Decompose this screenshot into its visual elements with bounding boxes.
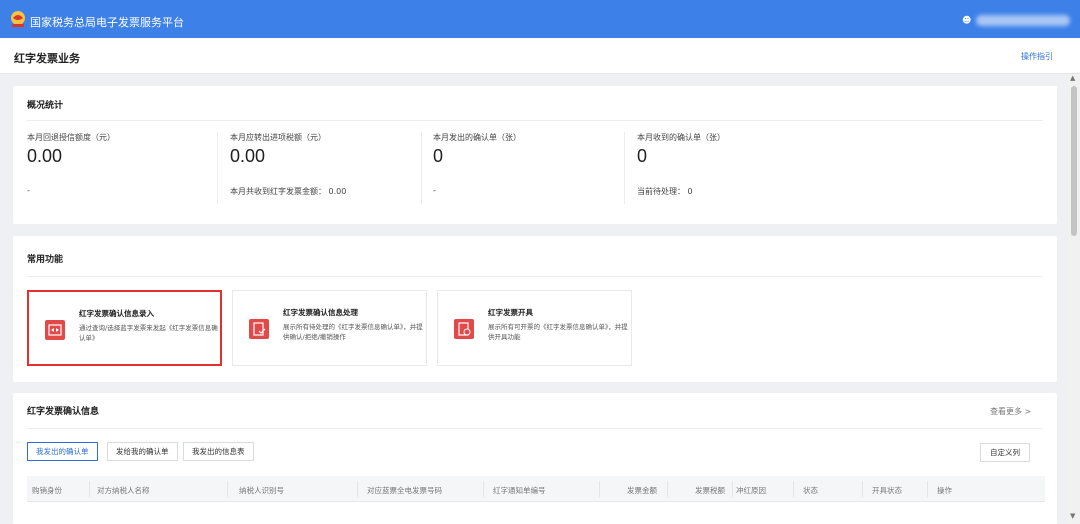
stat-separator (624, 132, 625, 204)
stat-sent-confirmations: 本月发出的确认单（张） 0 - (433, 132, 623, 212)
overview-title: 概况统计 (27, 101, 64, 111)
func-red-invoice-issue[interactable]: 红字发票开具 展示所有可开票的《红字发票信息确认单》，并提供开具功能 (437, 290, 632, 366)
username-redacted[interactable] (976, 15, 1070, 26)
stat-label: 本月应转出进项税额（元） (230, 133, 326, 142)
tab-sent-confirmations[interactable]: 我发出的确认单 (27, 442, 98, 461)
stat-separator (421, 132, 422, 204)
page-scrollbar[interactable]: ▲ ▼ (1068, 74, 1080, 524)
scroll-down-icon[interactable]: ▼ (1070, 512, 1075, 520)
col-separator (483, 481, 484, 497)
col-header[interactable]: 发票金额 (627, 485, 657, 496)
col-header[interactable]: 对方纳税人名称 (97, 485, 150, 496)
stat-value: 0.00 (27, 146, 63, 166)
stat-sub: - (433, 186, 436, 195)
col-separator (862, 481, 863, 497)
custom-columns-button[interactable]: 自定义列 (980, 443, 1030, 462)
func-title: 红字发票确认信息处理 (283, 308, 358, 317)
col-header[interactable]: 纳税人识别号 (239, 485, 284, 496)
func-desc: 展示所有待处理的《红字发票信息确认单》，并提供确认/拒绝/撤销操作 (283, 323, 423, 341)
col-separator (793, 481, 794, 497)
view-more-link[interactable]: 查看更多 > (990, 406, 1031, 417)
document-clock-icon (454, 319, 474, 339)
col-header[interactable]: 对应蓝票全电发票号码 (367, 485, 442, 496)
top-header: 国家税务总局电子发票服务平台 ☻ (0, 0, 1080, 38)
col-separator (732, 481, 733, 497)
site-title: 国家税务总局电子发票服务平台 (30, 16, 184, 29)
stat-sub: 当前待处理： 0 (637, 187, 693, 196)
col-separator (927, 481, 928, 497)
stat-label: 本月收到的确认单（张） (637, 133, 725, 142)
stat-label: 本月发出的确认单（张） (433, 133, 521, 142)
overview-card: 概况统计 本月回退授信额度（元） 0.00 - 本月应转出进项税额（元） 0.0… (13, 86, 1057, 224)
col-header[interactable]: 操作 (937, 485, 952, 496)
swap-icon (45, 320, 65, 340)
col-separator (599, 481, 600, 497)
functions-divider (27, 276, 1043, 277)
stat-value: 0.00 (230, 146, 266, 166)
page-title-bar: 红字发票业务 操作指引 (0, 38, 1080, 74)
func-desc: 通过查询/选择蓝字发票来发起《红字发票信息确认单》 (79, 324, 218, 342)
stat-sub: - (27, 186, 30, 195)
col-separator (667, 481, 668, 497)
tax-emblem-icon (11, 11, 25, 27)
functions-title: 常用功能 (27, 255, 64, 265)
func-title: 红字发票开具 (488, 308, 533, 317)
tab-sent-info-forms[interactable]: 我发出的信息表 (183, 442, 254, 461)
col-header[interactable]: 发票税额 (695, 485, 725, 496)
operation-guide-link[interactable]: 操作指引 (1021, 51, 1053, 62)
col-separator (227, 481, 228, 497)
stat-value: 0 (637, 146, 648, 166)
col-header[interactable]: 购销身份 (32, 485, 62, 496)
stat-separator (217, 132, 218, 204)
col-header[interactable]: 冲红原因 (736, 485, 766, 496)
confirm-info-title: 红字发票确认信息 (27, 407, 100, 417)
tab-received-confirmations[interactable]: 发给我的确认单 (107, 442, 178, 461)
col-header[interactable]: 红字通知单编号 (493, 485, 546, 496)
col-separator (89, 481, 90, 497)
func-title: 红字发票确认信息录入 (79, 309, 154, 318)
scroll-thumb[interactable] (1071, 86, 1077, 236)
col-header[interactable]: 开具状态 (872, 485, 902, 496)
func-confirm-entry[interactable]: 红字发票确认信息录入 通过查询/选择蓝字发票来发起《红字发票信息确认单》 (27, 290, 222, 366)
overview-divider (27, 120, 1043, 121)
stat-sub: 本月共收到红字发票金额： 0.00 (230, 187, 347, 196)
functions-card: 常用功能 红字发票确认信息录入 通过查询/选择蓝字发票来发起《红字发票信息确认单… (13, 236, 1057, 382)
stat-input-tax-out: 本月应转出进项税额（元） 0.00 本月共收到红字发票金额： 0.00 (230, 132, 420, 212)
document-check-icon (249, 319, 269, 339)
table-header: 购销身份 对方纳税人名称 纳税人识别号 对应蓝票全电发票号码 红字通知单编号 发… (27, 476, 1045, 502)
stat-value: 0 (433, 146, 444, 166)
func-confirm-process[interactable]: 红字发票确认信息处理 展示所有待处理的《红字发票信息确认单》，并提供确认/拒绝/… (232, 290, 427, 366)
stat-received-confirmations: 本月收到的确认单（张） 0 当前待处理： 0 (637, 132, 827, 212)
col-header[interactable]: 状态 (803, 485, 818, 496)
stat-label: 本月回退授信额度（元） (27, 133, 115, 142)
stat-refund-credit: 本月回退授信额度（元） 0.00 - (27, 132, 217, 212)
confirm-info-divider (27, 428, 1043, 429)
page-title: 红字发票业务 (14, 52, 80, 65)
scroll-up-icon[interactable]: ▲ (1070, 74, 1075, 82)
user-icon[interactable]: ☻ (962, 16, 971, 26)
func-desc: 展示所有可开票的《红字发票信息确认单》，并提供开具功能 (488, 323, 628, 341)
col-separator (357, 481, 358, 497)
